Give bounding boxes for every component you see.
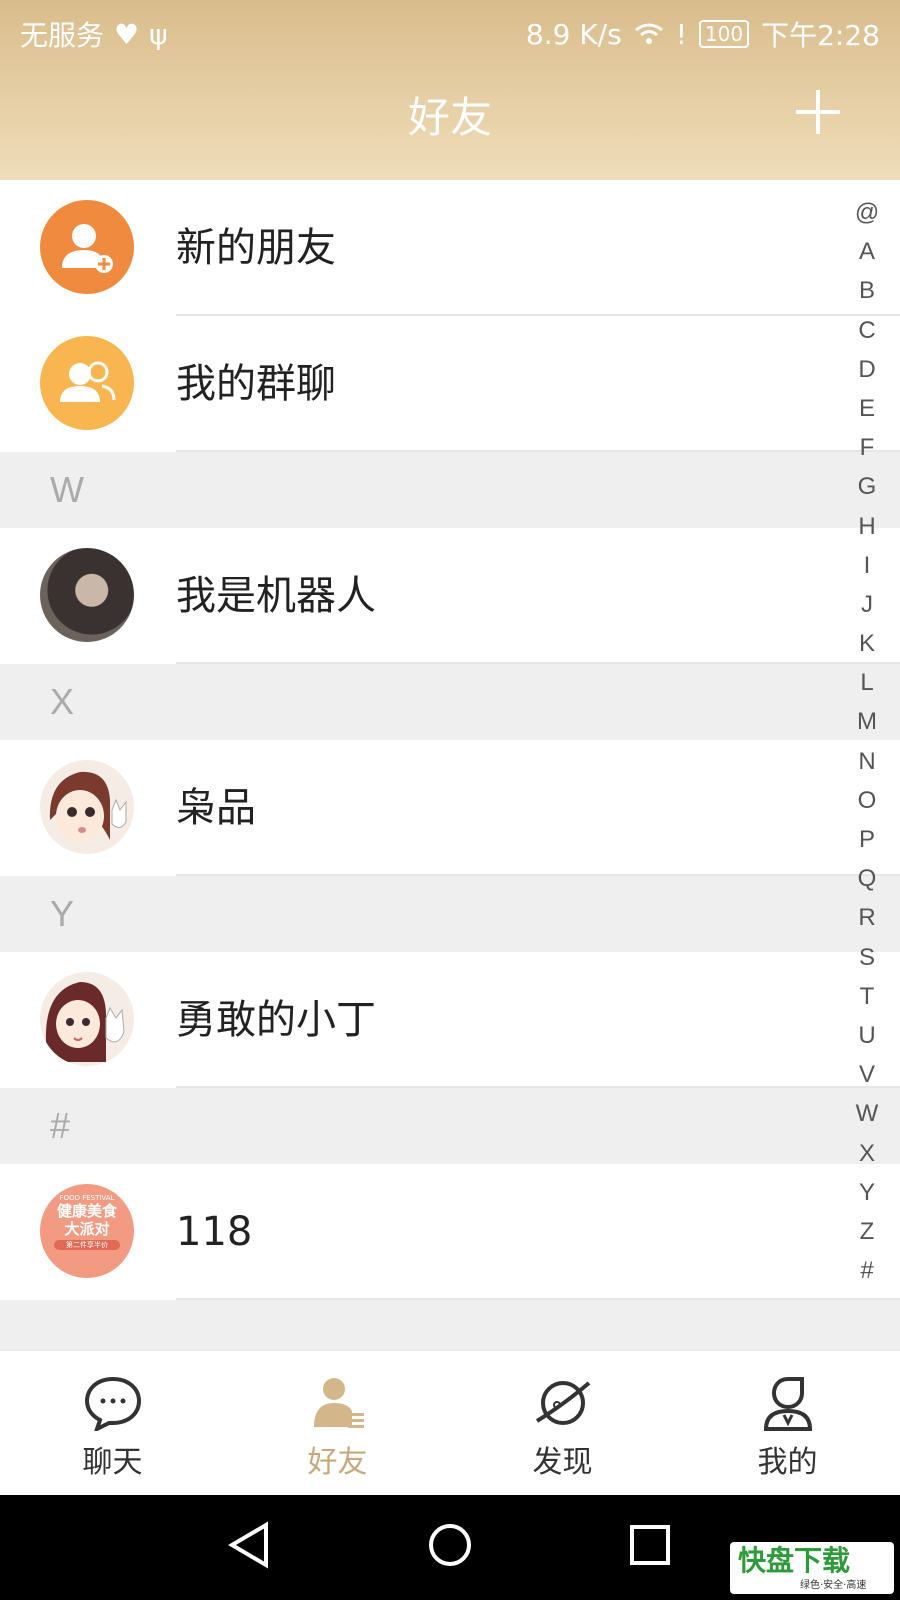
index-letter[interactable]: S (852, 938, 882, 977)
watermark-tagline: 绿色·安全·高速 (800, 1580, 867, 1591)
index-letter[interactable]: O (852, 781, 882, 820)
tab-me-label: 我的 (757, 1445, 818, 1480)
tab-discover-label: 发现 (532, 1445, 593, 1480)
poster-title-2: 大派对 (64, 1220, 110, 1238)
index-letter[interactable]: X (852, 1134, 882, 1173)
header-bar: 无服务 ♥ ψ 8.9 K/s ! 100 下午2:28 好友 (0, 0, 900, 180)
index-letter[interactable]: A (852, 232, 882, 271)
friends-icon (313, 1378, 364, 1428)
add-friend-icon (40, 200, 134, 294)
watermark-logo: 快盘下载 绿色·安全·高速 (730, 1542, 894, 1594)
wifi-icon (634, 23, 663, 44)
contact-name: 我是机器人 (176, 573, 376, 619)
profile-icon (763, 1377, 812, 1431)
index-letter[interactable]: P (852, 820, 882, 859)
index-letter[interactable]: W (852, 1094, 882, 1133)
section-header-x: X (0, 664, 900, 740)
bottom-tab-bar: 聊天 好友 发现 我的 (0, 1350, 900, 1495)
index-letter[interactable]: C (852, 311, 882, 350)
index-letter[interactable]: N (852, 742, 882, 781)
list-footer-space (0, 1300, 900, 1354)
avatar-photo (40, 548, 134, 642)
group-chat-icon (40, 336, 134, 430)
index-letter[interactable]: Z (852, 1212, 882, 1251)
index-letter[interactable]: I (852, 546, 882, 585)
alphabet-index-bar[interactable]: @ A B C D E F G H I J K L M N O P Q R S T U V W X Y Z # (852, 193, 882, 1290)
tab-chat-label: 聊天 (82, 1445, 143, 1480)
tab-chat[interactable]: 聊天 (0, 1351, 225, 1495)
index-letter[interactable]: Q (852, 859, 882, 898)
index-letter[interactable]: L (852, 663, 882, 702)
divider (176, 1086, 900, 1088)
back-icon[interactable] (220, 1515, 280, 1575)
divider (176, 662, 900, 664)
tab-friends-label: 好友 (307, 1445, 368, 1480)
section-header-w: W (0, 452, 900, 528)
status-bar: 无服务 ♥ ψ 8.9 K/s ! 100 下午2:28 (0, 0, 900, 64)
index-letter[interactable]: @ (852, 193, 882, 232)
page-title: 好友 (407, 93, 492, 142)
planet-icon (535, 1381, 590, 1425)
tab-discover[interactable]: 发现 (450, 1351, 675, 1495)
contact-row[interactable]: 我是机器人 (0, 528, 900, 664)
index-letter[interactable]: E (852, 389, 882, 428)
usb-icon: ψ (149, 17, 168, 51)
watermark-brand: 快盘下载 (738, 1544, 851, 1577)
contact-row[interactable]: 勇敢的小丁 (0, 952, 900, 1088)
index-letter[interactable]: H (852, 507, 882, 546)
index-letter[interactable]: Y (852, 1173, 882, 1212)
index-letter[interactable]: U (852, 1016, 882, 1055)
add-contact-button[interactable] (796, 90, 840, 134)
index-letter[interactable]: # (852, 1251, 882, 1290)
contact-name: 勇敢的小丁 (176, 997, 376, 1043)
contact-list: 新的朋友 我的群聊 W 我是机器人 X 枭品 Y 勇敢的小丁 # FOOD FE… (0, 180, 900, 1354)
avatar-cartoon-girl-cat (40, 972, 134, 1066)
contact-row[interactable]: FOOD FESTIVAL 健康美食 大派对 第二件享半价 118 (0, 1164, 900, 1300)
new-friends-item[interactable]: 新的朋友 (0, 180, 900, 316)
group-chats-label: 我的群聊 (176, 361, 336, 407)
avatar-food-poster: FOOD FESTIVAL 健康美食 大派对 第二件享半价 (40, 1184, 134, 1278)
divider (176, 450, 900, 452)
new-friends-label: 新的朋友 (176, 225, 336, 271)
tab-me[interactable]: 我的 (675, 1351, 900, 1495)
avatar-cartoon-girl (40, 760, 134, 854)
contact-name: 118 (176, 1209, 253, 1255)
index-letter[interactable]: F (852, 428, 882, 467)
system-nav-bar: 快盘下载 绿色·安全·高速 (0, 1495, 900, 1600)
home-icon[interactable] (420, 1515, 480, 1575)
section-header-hash: # (0, 1088, 900, 1164)
index-letter[interactable]: D (852, 350, 882, 389)
poster-title-1: 健康美食 (56, 1202, 117, 1220)
heart-icon: ♥ (114, 17, 140, 51)
index-letter[interactable]: G (852, 467, 882, 506)
clock: 下午2:28 (761, 19, 880, 52)
chat-bubble-icon (84, 1376, 141, 1431)
index-letter[interactable]: T (852, 977, 882, 1016)
network-speed: 8.9 K/s (525, 17, 622, 51)
battery-icon: 100 (698, 20, 750, 48)
group-chats-item[interactable]: 我的群聊 (0, 316, 900, 452)
index-letter[interactable]: J (852, 585, 882, 624)
index-letter[interactable]: M (852, 702, 882, 741)
index-letter[interactable]: K (852, 624, 882, 663)
recents-icon[interactable] (620, 1515, 680, 1575)
contact-name: 枭品 (176, 785, 256, 831)
divider (176, 1298, 900, 1300)
poster-subtitle: FOOD FESTIVAL (59, 1194, 115, 1202)
index-letter[interactable]: B (852, 271, 882, 310)
divider (176, 874, 900, 876)
index-letter[interactable]: R (852, 898, 882, 937)
tab-friends[interactable]: 好友 (225, 1351, 450, 1495)
section-header-y: Y (0, 876, 900, 952)
poster-note: 第二件享半价 (54, 1240, 120, 1250)
contact-row[interactable]: 枭品 (0, 740, 900, 876)
carrier-text: 无服务 (20, 19, 105, 52)
alert-icon: ! (675, 17, 687, 51)
index-letter[interactable]: V (852, 1055, 882, 1094)
